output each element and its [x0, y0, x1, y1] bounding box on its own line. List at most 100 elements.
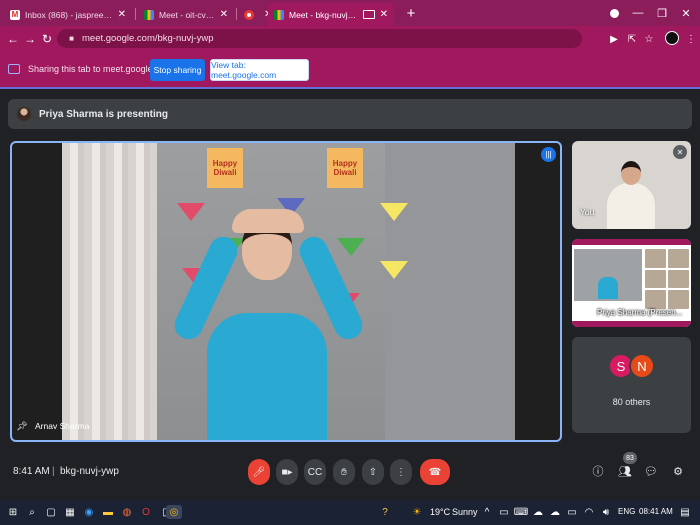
curtain: [62, 143, 157, 440]
tab-label: Inbox (868) - jaspreet.k@theindi: [25, 9, 113, 20]
restore-icon[interactable]: ❐: [652, 4, 672, 22]
close-window-icon[interactable]: ✕: [676, 4, 696, 22]
onedrive-icon[interactable]: ☁: [531, 505, 545, 519]
paper-fan: [380, 261, 408, 279]
file-explorer-icon[interactable]: ▬: [101, 505, 115, 519]
presentation-grid: [645, 249, 689, 309]
camera-icon[interactable]: ▶: [606, 31, 622, 47]
screen-share-icon: [8, 64, 20, 74]
notification-icon[interactable]: ▤: [678, 505, 692, 519]
speaking-icon: |||: [541, 147, 556, 162]
info-icon[interactable]: ⓘ: [590, 463, 606, 479]
language-indicator[interactable]: ENG: [618, 507, 635, 516]
tab-label: Meet - oit-cvtj-dxt: [159, 9, 215, 20]
close-icon[interactable]: ✕: [220, 9, 228, 20]
camera-button[interactable]: ■▸: [276, 459, 298, 485]
widgets-icon[interactable]: ▦: [63, 505, 77, 519]
participant-name-text: Arnav Sharma: [35, 421, 90, 431]
weather-temperature: 19°C: [430, 507, 451, 517]
presentation-browser-bar: [572, 239, 691, 245]
address-bar[interactable]: ■ meet.google.com/bkg-nuvj-ywp: [57, 29, 582, 48]
forward-icon[interactable]: →: [22, 31, 38, 47]
presentation-tile[interactable]: ▲ Priya Sharma (Presen...: [572, 239, 691, 327]
presentation-child: [598, 277, 618, 299]
stop-sharing-button[interactable]: Stop sharing: [150, 59, 205, 81]
presenting-banner: Priya Sharma is presenting: [8, 99, 692, 129]
chevron-up-icon[interactable]: ^: [480, 505, 494, 519]
cloud-icon[interactable]: ☁: [548, 505, 562, 519]
tab-label: Meet - bkg-nuvj-ywp: [289, 9, 359, 20]
taskbar-clock[interactable]: 08:41 AM: [639, 507, 673, 516]
divider: |: [52, 466, 55, 477]
new-tab-button[interactable]: +: [402, 4, 420, 22]
wifi-icon[interactable]: ◠: [582, 505, 596, 519]
diwali-banner: Happy Diwali: [327, 148, 363, 188]
activities-icon[interactable]: ⚙︎: [670, 463, 686, 479]
paper-fan: [337, 238, 365, 256]
video-feed: Happy Diwali Happy Diwali: [62, 143, 515, 440]
tab-separator: [236, 8, 237, 20]
reload-icon[interactable]: ↻: [39, 31, 55, 47]
search-icon[interactable]: ⌕: [25, 505, 39, 519]
paper-fan: [177, 203, 205, 221]
task-view-icon[interactable]: ▢: [44, 505, 58, 519]
weather-description: Sunny: [452, 507, 478, 517]
person-head: [621, 161, 641, 185]
firefox-icon[interactable]: ◍: [120, 505, 134, 519]
tab-meet-bkg[interactable]: Meet - bkg-nuvj-ywp ✕: [268, 3, 394, 26]
battery-icon[interactable]: ▭: [565, 505, 579, 519]
edge-icon[interactable]: ◉: [82, 505, 96, 519]
pin-icon[interactable]: 📌︎: [16, 420, 27, 432]
share-screen-icon: [362, 10, 375, 19]
mic-off-icon: ✕: [673, 145, 687, 159]
open-external-icon[interactable]: ⇱: [624, 31, 640, 47]
wall: [385, 143, 515, 440]
participant-name: 📌︎ Arnav Sharma: [16, 420, 90, 432]
self-label: You: [580, 207, 595, 217]
leave-call-button[interactable]: ☎︎: [420, 459, 450, 485]
meeting-time: 8:41 AM: [13, 466, 50, 477]
keyboard-icon[interactable]: ⌨: [514, 505, 528, 519]
back-icon[interactable]: ←: [5, 31, 21, 47]
captions-button[interactable]: CC: [304, 459, 326, 485]
note-icon[interactable]: ▭: [497, 505, 511, 519]
lock-icon: ■: [69, 34, 74, 43]
people-icon[interactable]: 👥︎: [617, 463, 633, 479]
menu-icon[interactable]: ⋮: [683, 31, 699, 47]
tab-meet-oit[interactable]: Meet - oit-cvtj-dxt ✕: [138, 3, 234, 26]
person-body: [607, 183, 655, 229]
tab-inbox[interactable]: M Inbox (868) - jaspreet.k@theindi ✕: [4, 3, 132, 26]
present-now-button[interactable]: ⇧: [362, 459, 384, 485]
help-icon[interactable]: ?: [378, 505, 392, 519]
presentation-taskbar: [572, 321, 691, 327]
url-text: meet.google.com/bkg-nuvj-ywp: [82, 33, 214, 44]
others-tile[interactable]: S N 80 others: [572, 337, 691, 433]
raise-hand-button[interactable]: ✋︎: [333, 459, 355, 485]
opera-icon[interactable]: O: [139, 505, 153, 519]
volume-icon[interactable]: 🔊︎: [599, 505, 613, 519]
chrome-icon[interactable]: ◎: [166, 505, 182, 519]
present-icon: ▲: [578, 307, 590, 317]
windows-start-icon[interactable]: ⊞: [6, 505, 20, 519]
profile-avatar[interactable]: [665, 31, 679, 45]
more-options-button[interactable]: ⋮: [390, 459, 412, 485]
close-icon[interactable]: ✕: [380, 9, 388, 20]
minimize-icon[interactable]: —: [628, 4, 648, 22]
self-video-tile[interactable]: ✕ You: [572, 141, 691, 229]
tab-separator: [135, 8, 136, 20]
recording-icon: [244, 9, 254, 20]
tab-recording[interactable]: ✕: [238, 3, 268, 26]
diwali-banner: Happy Diwali: [207, 148, 243, 188]
presenting-text: Priya Sharma is presenting: [39, 108, 168, 120]
windows-taskbar: ⊞ ⌕ ▢ ▦ ◉ ▬ ◍ O ▯ ◎ ? ☀ 19°C Sunny ^ ▭ ⌨…: [0, 500, 700, 525]
meeting-code: bkg-nuvj-ywp: [60, 466, 119, 477]
close-icon[interactable]: ✕: [118, 9, 126, 20]
mic-off-button[interactable]: 🎤︎: [248, 459, 270, 485]
star-icon[interactable]: ☆: [641, 31, 657, 47]
profile-circle-icon[interactable]: [604, 4, 624, 22]
main-video-tile[interactable]: Happy Diwali Happy Diwali ||| 📌︎ Arnav S…: [10, 141, 562, 442]
browser-tab-strip: M Inbox (868) - jaspreet.k@theindi ✕ Mee…: [0, 0, 700, 26]
browser-toolbar: ← → ↻ ■ meet.google.com/bkg-nuvj-ywp ▶ ⇱…: [0, 26, 700, 51]
chat-icon[interactable]: 💬︎: [643, 463, 659, 479]
view-tab-button[interactable]: View tab: meet.google.com: [210, 59, 309, 81]
